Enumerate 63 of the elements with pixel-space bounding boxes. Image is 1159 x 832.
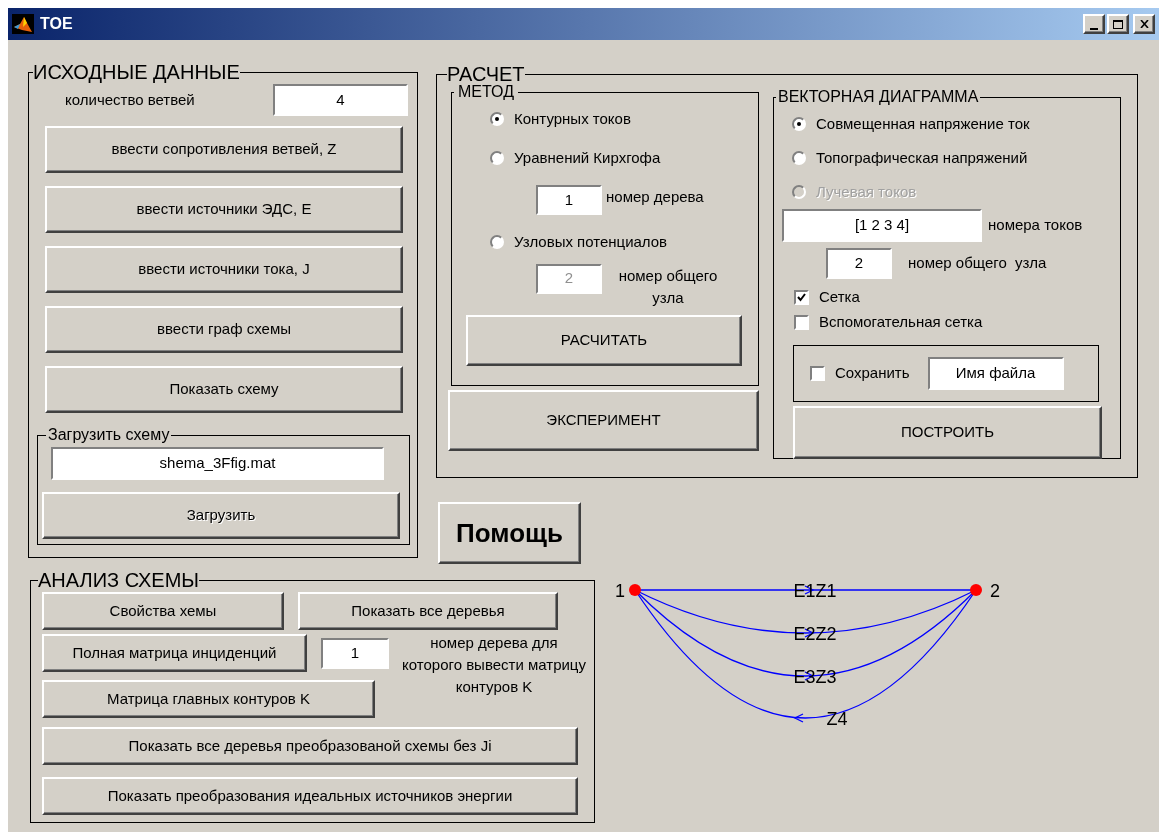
field-label: номер общего узла (617, 265, 719, 308)
input-field[interactable]: Имя файла (927, 357, 1064, 390)
radio-button[interactable] (792, 117, 806, 131)
action-button[interactable]: ввести источники ЭДС, E (45, 186, 403, 233)
panel-title: РАСЧЕТ (447, 64, 525, 84)
window-title: TOE (40, 14, 73, 34)
panel-title: ИСХОДНЫЕ ДАННЫЕ (33, 62, 240, 82)
checkbox[interactable] (794, 315, 809, 330)
panel-title: Загрузить схему (47, 427, 171, 443)
help-button[interactable]: Помощь (438, 502, 581, 564)
checkbox[interactable] (794, 290, 809, 305)
field-label: номера токов (988, 215, 1083, 236)
action-button[interactable]: Показать все деревья (298, 592, 558, 630)
input-field[interactable]: [1 2 3 4] (782, 209, 982, 242)
checkbox[interactable] (810, 366, 825, 381)
action-button[interactable]: ввести источники тока, J (45, 246, 403, 293)
input-field[interactable]: 2 (826, 248, 892, 279)
branch-label: Z4 (826, 709, 848, 729)
input-field[interactable]: shema_3Ffig.mat (51, 447, 384, 480)
action-button[interactable]: Показать преобразования идеальных источников энергии (42, 777, 578, 815)
maximize-icon (1113, 19, 1123, 29)
node-dot (970, 584, 982, 596)
panel-title: МЕТОД (457, 84, 515, 100)
calculate-button[interactable]: РАСЧИТАТЬ (466, 314, 742, 366)
action-button[interactable]: Матрица главных контуров K (42, 680, 375, 718)
action-button[interactable]: Показать все деревья преобразованой схемы без Ji (42, 727, 578, 765)
panel-title: АНАЛИЗ СХЕМЫ (38, 570, 200, 590)
minimize-button[interactable] (1083, 14, 1105, 34)
action-button[interactable]: ввести граф схемы (45, 306, 403, 353)
close-button[interactable] (1133, 14, 1155, 34)
panel-title: ВЕКТОРНАЯ ДИАГРАММА (777, 89, 980, 105)
field-label: количество ветвей (65, 89, 196, 110)
radio-label: Контурных токов (514, 109, 631, 129)
action-button[interactable]: Свойства хемы (42, 592, 284, 630)
action-button[interactable]: ввести сопротивления ветвей, Z (45, 126, 403, 173)
experiment-button[interactable]: ЭКСПЕРИМЕНТ (448, 390, 759, 451)
tree-note: номер дерева для которого вывести матрицу контуров K (401, 633, 587, 697)
node-label: 2 (990, 581, 1000, 601)
app-icon (12, 14, 34, 34)
node-dot (629, 584, 641, 596)
node-label: 1 (615, 581, 625, 601)
checkbox-label: Сохранить (835, 363, 910, 384)
input-field[interactable]: 1 (321, 637, 389, 669)
build-button[interactable]: ПОСТРОИТЬ (793, 406, 1102, 459)
radio-button[interactable] (490, 112, 504, 127)
minimize-icon (1090, 28, 1098, 30)
field-label: номер общего узла (908, 253, 1047, 274)
checkbox-label: Вспомогательная сетка (819, 312, 983, 333)
checkbox-label: Сетка (819, 287, 860, 308)
input-field[interactable]: 4 (273, 84, 408, 116)
action-button[interactable]: Полная матрица инциденций (42, 634, 307, 672)
field-label: номер дерева (606, 187, 704, 207)
close-icon (1139, 20, 1149, 28)
radio-button[interactable] (792, 151, 806, 165)
radio-label: Совмещенная напряжение ток (816, 113, 1030, 134)
radio-button[interactable] (490, 150, 504, 165)
radio-label: Топографическая напряжений (816, 147, 1028, 168)
radio-label: Уравнений Кирхгофа (514, 147, 661, 168)
action-button[interactable]: Показать схему (45, 366, 403, 413)
maximize-button[interactable] (1107, 14, 1129, 34)
radio-label: Узловых потенциалов (514, 232, 668, 252)
input-field[interactable]: 1 (536, 185, 602, 215)
radio-button[interactable] (490, 235, 504, 250)
